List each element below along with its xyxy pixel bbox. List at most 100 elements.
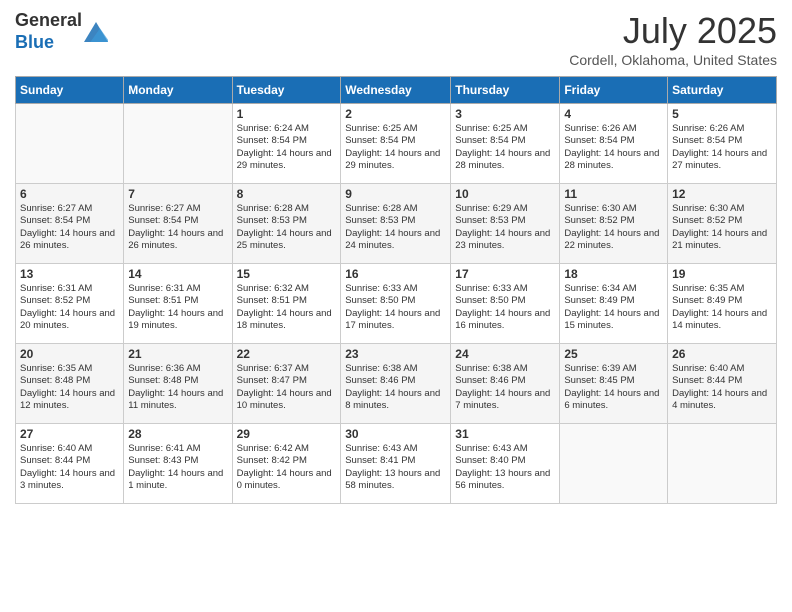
day-info: Sunset: 8:53 PM (345, 215, 446, 227)
calendar-day-17: 17Sunrise: 6:33 AMSunset: 8:50 PMDayligh… (451, 264, 560, 344)
day-info: Sunset: 8:54 PM (128, 215, 227, 227)
day-number: 29 (237, 427, 337, 441)
day-info: Daylight: 14 hours and 1 minute. (128, 468, 227, 493)
day-info: Daylight: 14 hours and 10 minutes. (237, 388, 337, 413)
day-info: Daylight: 14 hours and 4 minutes. (672, 388, 772, 413)
day-info: Sunrise: 6:38 AM (455, 363, 555, 375)
day-info: Sunset: 8:54 PM (237, 135, 337, 147)
day-number: 18 (564, 267, 663, 281)
calendar-day-1: 1Sunrise: 6:24 AMSunset: 8:54 PMDaylight… (232, 104, 341, 184)
day-info: Sunset: 8:54 PM (564, 135, 663, 147)
day-info: Sunrise: 6:28 AM (237, 203, 337, 215)
day-info: Daylight: 14 hours and 21 minutes. (672, 228, 772, 253)
calendar-day-12: 12Sunrise: 6:30 AMSunset: 8:52 PMDayligh… (668, 184, 777, 264)
day-info: Sunset: 8:51 PM (128, 295, 227, 307)
day-info: Sunset: 8:49 PM (672, 295, 772, 307)
day-number: 24 (455, 347, 555, 361)
day-info: Sunset: 8:47 PM (237, 375, 337, 387)
day-number: 4 (564, 107, 663, 121)
day-info: Daylight: 14 hours and 20 minutes. (20, 308, 119, 333)
day-info: Sunrise: 6:30 AM (564, 203, 663, 215)
day-number: 21 (128, 347, 227, 361)
calendar-day-24: 24Sunrise: 6:38 AMSunset: 8:46 PMDayligh… (451, 344, 560, 424)
calendar-day-2: 2Sunrise: 6:25 AMSunset: 8:54 PMDaylight… (341, 104, 451, 184)
day-number: 19 (672, 267, 772, 281)
day-info: Daylight: 14 hours and 18 minutes. (237, 308, 337, 333)
day-number: 11 (564, 187, 663, 201)
day-header-friday: Friday (560, 77, 668, 104)
day-info: Daylight: 14 hours and 28 minutes. (564, 148, 663, 173)
logo-general-text: General Blue (15, 10, 82, 53)
day-number: 12 (672, 187, 772, 201)
day-info: Sunrise: 6:31 AM (20, 283, 119, 295)
day-number: 2 (345, 107, 446, 121)
calendar-day-27: 27Sunrise: 6:40 AMSunset: 8:44 PMDayligh… (16, 424, 124, 504)
day-info: Sunset: 8:45 PM (564, 375, 663, 387)
day-number: 17 (455, 267, 555, 281)
logo-text: General Blue (15, 10, 108, 53)
day-info: Daylight: 13 hours and 56 minutes. (455, 468, 555, 493)
day-info: Daylight: 14 hours and 26 minutes. (128, 228, 227, 253)
day-info: Sunrise: 6:41 AM (128, 443, 227, 455)
day-info: Daylight: 14 hours and 17 minutes. (345, 308, 446, 333)
day-number: 9 (345, 187, 446, 201)
day-number: 6 (20, 187, 119, 201)
day-header-thursday: Thursday (451, 77, 560, 104)
logo: General Blue (15, 10, 108, 53)
day-info: Daylight: 14 hours and 22 minutes. (564, 228, 663, 253)
day-info: Daylight: 14 hours and 25 minutes. (237, 228, 337, 253)
calendar-day-30: 30Sunrise: 6:43 AMSunset: 8:41 PMDayligh… (341, 424, 451, 504)
calendar-day-5: 5Sunrise: 6:26 AMSunset: 8:54 PMDaylight… (668, 104, 777, 184)
calendar-day-21: 21Sunrise: 6:36 AMSunset: 8:48 PMDayligh… (124, 344, 232, 424)
day-info: Sunset: 8:52 PM (564, 215, 663, 227)
day-number: 22 (237, 347, 337, 361)
day-number: 26 (672, 347, 772, 361)
header: General Blue July 2025 Cordell, Oklahoma… (15, 10, 777, 68)
day-info: Daylight: 14 hours and 26 minutes. (20, 228, 119, 253)
day-info: Sunrise: 6:42 AM (237, 443, 337, 455)
day-info: Sunset: 8:53 PM (237, 215, 337, 227)
day-number: 7 (128, 187, 227, 201)
day-info: Daylight: 14 hours and 23 minutes. (455, 228, 555, 253)
day-info: Sunrise: 6:25 AM (345, 123, 446, 135)
calendar-day-9: 9Sunrise: 6:28 AMSunset: 8:53 PMDaylight… (341, 184, 451, 264)
day-info: Sunrise: 6:28 AM (345, 203, 446, 215)
day-info: Daylight: 14 hours and 19 minutes. (128, 308, 227, 333)
day-info: Sunrise: 6:24 AM (237, 123, 337, 135)
day-info: Sunrise: 6:29 AM (455, 203, 555, 215)
day-info: Daylight: 14 hours and 12 minutes. (20, 388, 119, 413)
day-header-monday: Monday (124, 77, 232, 104)
day-info: Daylight: 14 hours and 14 minutes. (672, 308, 772, 333)
day-info: Sunset: 8:53 PM (455, 215, 555, 227)
day-header-wednesday: Wednesday (341, 77, 451, 104)
day-header-saturday: Saturday (668, 77, 777, 104)
month-title: July 2025 (569, 10, 777, 52)
day-info: Daylight: 14 hours and 27 minutes. (672, 148, 772, 173)
day-info: Daylight: 14 hours and 8 minutes. (345, 388, 446, 413)
calendar-week-3: 13Sunrise: 6:31 AMSunset: 8:52 PMDayligh… (16, 264, 777, 344)
calendar-day-11: 11 Sunrise: 6:30 AMSunset: 8:52 PMDayligh… (560, 184, 668, 264)
day-info: Sunset: 8:54 PM (672, 135, 772, 147)
calendar-day-20: 20Sunrise: 6:35 AMSunset: 8:48 PMDayligh… (16, 344, 124, 424)
day-info: Sunset: 8:49 PM (564, 295, 663, 307)
day-number: 14 (128, 267, 227, 281)
logo-icon (84, 22, 108, 42)
calendar-day-4: 4Sunrise: 6:26 AMSunset: 8:54 PMDaylight… (560, 104, 668, 184)
day-info: Sunset: 8:42 PM (237, 455, 337, 467)
day-info: Sunset: 8:54 PM (455, 135, 555, 147)
calendar-day-13: 13Sunrise: 6:31 AMSunset: 8:52 PMDayligh… (16, 264, 124, 344)
day-header-tuesday: Tuesday (232, 77, 341, 104)
day-info: Sunrise: 6:34 AM (564, 283, 663, 295)
day-number: 23 (345, 347, 446, 361)
calendar-empty (560, 424, 668, 504)
day-info: Sunset: 8:44 PM (20, 455, 119, 467)
location: Cordell, Oklahoma, United States (569, 52, 777, 68)
day-info: Sunset: 8:54 PM (345, 135, 446, 147)
day-info: Sunset: 8:46 PM (345, 375, 446, 387)
calendar-day-31: 31Sunrise: 6:43 AMSunset: 8:40 PMDayligh… (451, 424, 560, 504)
day-info: Daylight: 14 hours and 28 minutes. (455, 148, 555, 173)
day-info: Sunset: 8:46 PM (455, 375, 555, 387)
day-info: Sunrise: 6:38 AM (345, 363, 446, 375)
calendar-day-25: 25Sunrise: 6:39 AMSunset: 8:45 PMDayligh… (560, 344, 668, 424)
day-number: 16 (345, 267, 446, 281)
